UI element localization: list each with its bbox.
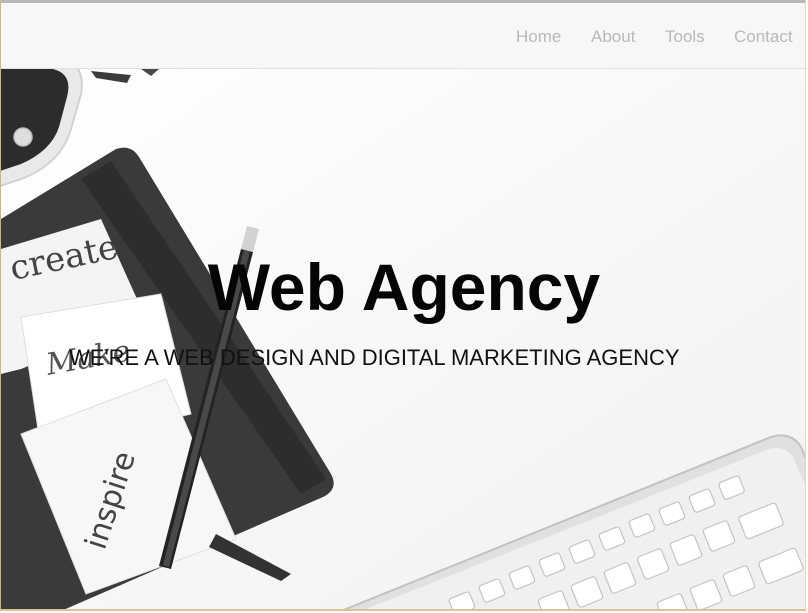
nav-home-link[interactable]: Home — [516, 27, 561, 47]
navbar: Home About Tools Contact — [1, 3, 805, 69]
nav-tools-link[interactable]: Tools — [665, 27, 705, 47]
hero-background-image: create Make inspire — [1, 69, 805, 609]
hero-title: Web Agency — [207, 250, 601, 324]
nav-about-link[interactable]: About — [591, 27, 635, 47]
hero-section: create Make inspire Web Agency WE'RE A W… — [1, 69, 805, 609]
hero-subtitle: WE'RE A WEB DESIGN AND DIGITAL MARKETING… — [69, 345, 680, 370]
nav-contact-link[interactable]: Contact — [734, 27, 793, 47]
page-frame: Home About Tools Contact create Make ins… — [0, 0, 806, 611]
